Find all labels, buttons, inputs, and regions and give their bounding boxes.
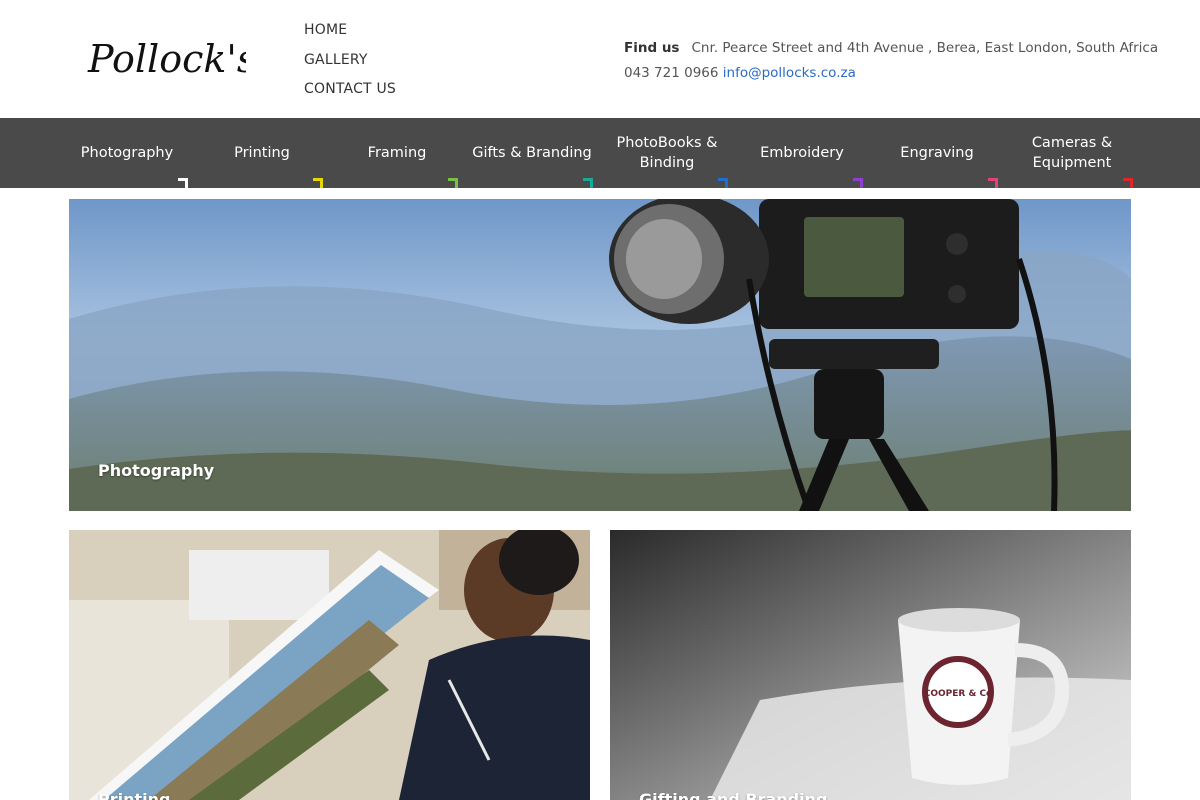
category-engraving[interactable]: Engraving bbox=[872, 118, 1002, 188]
nav-contact-us[interactable]: CONTACT US bbox=[304, 79, 396, 109]
nav-home[interactable]: HOME bbox=[304, 20, 396, 50]
contact-info: Find us Cnr. Pearce Street and 4th Avenue… bbox=[624, 36, 1164, 86]
nav-gallery[interactable]: GALLERY bbox=[304, 50, 396, 80]
logo-wordmark: Pollock's bbox=[87, 37, 256, 81]
branded-mug-image: COOPER & Co bbox=[610, 530, 1131, 800]
corner-accent-icon bbox=[313, 178, 323, 188]
category-gifts-branding[interactable]: Gifts & Branding bbox=[467, 118, 597, 188]
camera-landscape-image bbox=[69, 199, 1131, 511]
svg-text:Pollock's: Pollock's bbox=[87, 37, 246, 81]
category-framing[interactable]: Framing bbox=[332, 118, 462, 188]
printing-image bbox=[69, 530, 590, 800]
category-cameras-equipment[interactable]: Cameras & Equipment bbox=[1007, 118, 1137, 188]
tile-label: Gifting and Branding bbox=[639, 790, 828, 800]
category-label: Gifts & Branding bbox=[472, 145, 592, 161]
category-bar: Photography Printing Framing Gifts & Bra… bbox=[0, 118, 1200, 188]
gifting-branding-tile[interactable]: COOPER & Co Gifting and Branding bbox=[610, 530, 1131, 800]
find-us-label: Find us bbox=[624, 40, 680, 56]
category-printing[interactable]: Printing bbox=[197, 118, 327, 188]
corner-accent-icon bbox=[1123, 178, 1133, 188]
corner-accent-icon bbox=[988, 178, 998, 188]
category-label: Embroidery bbox=[760, 145, 844, 161]
printing-tile[interactable]: Printing bbox=[69, 530, 590, 800]
photography-tile[interactable]: Photography bbox=[69, 199, 1131, 511]
category-label: PhotoBooks & Binding bbox=[616, 135, 718, 171]
tile-label: Printing bbox=[98, 790, 171, 800]
address-text: Cnr. Pearce Street and 4th Avenue , Bere… bbox=[691, 40, 1159, 56]
category-label: Photography bbox=[80, 145, 174, 161]
email-link[interactable]: info@pollocks.co.za bbox=[723, 65, 856, 81]
corner-accent-icon bbox=[853, 178, 863, 188]
site-header: Pollock's HOME GALLERY CONTACT US Find u… bbox=[0, 0, 1200, 118]
category-embroidery[interactable]: Embroidery bbox=[737, 118, 867, 188]
corner-accent-icon bbox=[583, 178, 593, 188]
category-photobooks-binding[interactable]: PhotoBooks & Binding bbox=[602, 118, 732, 188]
category-label: Framing bbox=[367, 145, 427, 161]
tile-label: Photography bbox=[98, 461, 215, 480]
top-navigation: HOME GALLERY CONTACT US bbox=[304, 20, 396, 109]
category-photography[interactable]: Photography bbox=[62, 118, 192, 188]
category-label: Cameras & Equipment bbox=[1031, 135, 1113, 171]
corner-accent-icon bbox=[718, 178, 728, 188]
corner-accent-icon bbox=[448, 178, 458, 188]
corner-accent-icon bbox=[178, 178, 188, 188]
pollocks-logo[interactable]: Pollock's bbox=[86, 30, 256, 90]
category-label: Printing bbox=[234, 145, 290, 161]
mug-logo-text: COOPER & Co bbox=[924, 689, 992, 699]
phone-number: 043 721 0966 bbox=[624, 65, 719, 81]
category-label: Engraving bbox=[900, 145, 974, 161]
